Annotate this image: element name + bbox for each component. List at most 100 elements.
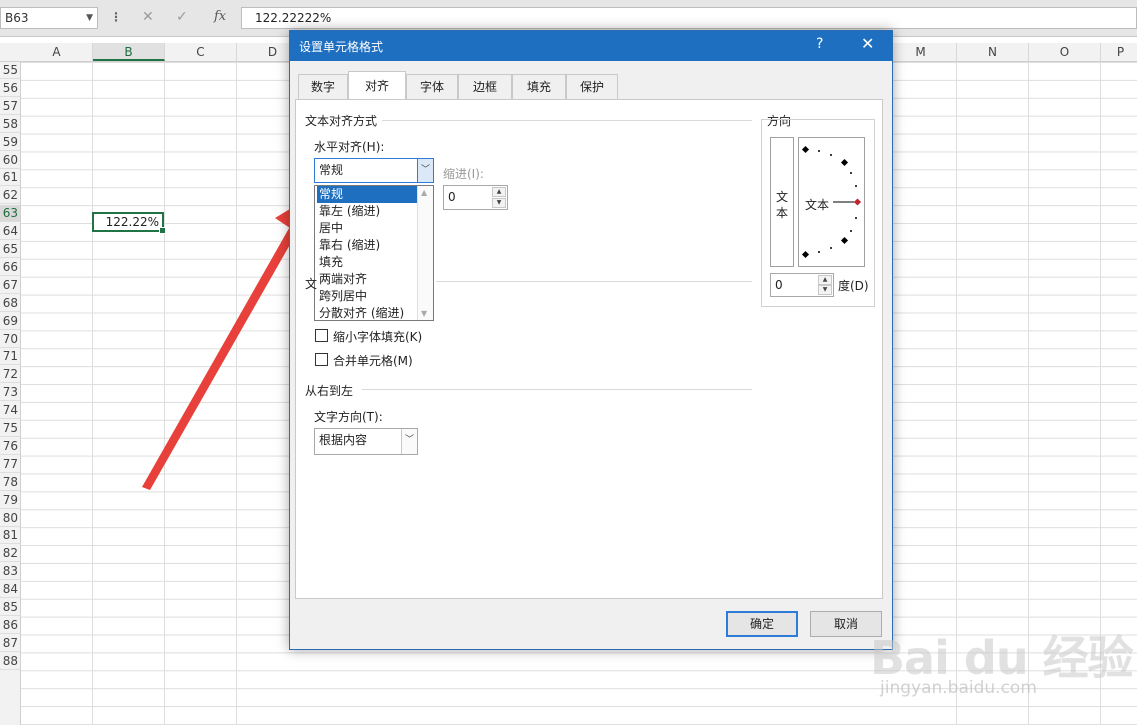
column-header-m[interactable]: M: [885, 43, 957, 61]
spin-up-icon[interactable]: ▲: [492, 187, 506, 197]
option-justify[interactable]: 两端对齐: [317, 271, 419, 288]
name-box[interactable]: B63 ▼: [0, 7, 98, 29]
formula-input[interactable]: 122.22222%: [241, 7, 1137, 29]
watermark-url: jingyan.baidu.com: [880, 678, 1037, 698]
row-header[interactable]: 85: [0, 599, 20, 616]
tab-fill[interactable]: 填充: [512, 74, 566, 99]
row-header[interactable]: 80: [0, 510, 20, 527]
row-header[interactable]: 76: [0, 438, 20, 455]
shrink-to-fit-checkbox[interactable]: [315, 329, 328, 342]
grid-line: [92, 62, 93, 725]
column-header-o[interactable]: O: [1029, 43, 1101, 61]
row-header[interactable]: 73: [0, 384, 20, 402]
row-header[interactable]: 86: [0, 617, 20, 634]
row-header[interactable]: 72: [0, 366, 20, 384]
text-direction-value: 根据内容: [319, 433, 368, 447]
row-header[interactable]: 58: [0, 116, 20, 133]
column-header-b[interactable]: B: [93, 43, 165, 61]
row-header[interactable]: 77: [0, 456, 20, 473]
option-center-across[interactable]: 跨列居中: [317, 288, 419, 305]
column-header-c[interactable]: C: [165, 43, 237, 61]
tab-border[interactable]: 边框: [458, 74, 512, 99]
merge-cells-checkbox[interactable]: [315, 353, 328, 366]
row-header[interactable]: 82: [0, 545, 20, 563]
option-fill[interactable]: 填充: [317, 254, 419, 271]
spin-up-icon[interactable]: ▲: [818, 275, 832, 285]
baidu-watermark: Bai du 经验 jingyan.baidu.com: [870, 600, 1137, 725]
row-header[interactable]: 66: [0, 259, 20, 276]
scroll-up-icon[interactable]: ▲: [421, 188, 427, 197]
spin-down-icon[interactable]: ▼: [492, 198, 506, 208]
row-header[interactable]: 81: [0, 527, 20, 545]
horizontal-alignment-dropdown[interactable]: 常规 靠左 (缩进) 居中 靠右 (缩进) 填充 两端对齐 跨列居中 分散对齐 …: [314, 185, 434, 321]
dialog-title-bar[interactable]: 设置单元格格式 ? ✕: [290, 31, 892, 61]
tab-number[interactable]: 数字: [298, 74, 348, 99]
row-header[interactable]: 87: [0, 635, 20, 652]
row-header[interactable]: 60: [0, 152, 20, 169]
tab-protection[interactable]: 保护: [566, 74, 618, 99]
row-header[interactable]: 61: [0, 169, 20, 187]
vertical-text-toggle[interactable]: 文 本: [770, 137, 794, 267]
scroll-down-icon[interactable]: ▼: [421, 309, 427, 318]
degrees-spinner[interactable]: 0 ▲ ▼: [770, 273, 834, 297]
row-header[interactable]: 84: [0, 581, 20, 599]
more-options-icon[interactable]: ⋮: [110, 10, 122, 24]
chevron-down-icon[interactable]: ▼: [86, 8, 93, 28]
cancel-icon[interactable]: ✕: [142, 9, 154, 25]
chevron-down-icon[interactable]: ﹀: [417, 159, 433, 182]
row-header[interactable]: 68: [0, 295, 20, 312]
insert-function-icon[interactable]: fx: [214, 9, 226, 24]
option-distributed[interactable]: 分散对齐 (缩进): [317, 305, 419, 322]
indent-spinner[interactable]: 0 ▲ ▼: [443, 185, 508, 210]
row-header[interactable]: 62: [0, 187, 20, 205]
spin-down-icon[interactable]: ▼: [818, 285, 832, 295]
orientation-dial[interactable]: 文本: [798, 137, 865, 267]
ok-button[interactable]: 确定: [726, 611, 798, 637]
indent-label: 缩进(I):: [443, 167, 484, 181]
column-header-n[interactable]: N: [957, 43, 1029, 61]
horizontal-alignment-label: 水平对齐(H):: [314, 140, 385, 154]
option-center[interactable]: 居中: [317, 220, 419, 237]
column-header-p[interactable]: P: [1101, 43, 1137, 61]
row-header[interactable]: 79: [0, 492, 20, 509]
row-header[interactable]: 65: [0, 241, 20, 258]
row-header[interactable]: 63: [0, 205, 20, 223]
dialog-title: 设置单元格格式: [299, 40, 384, 54]
horizontal-alignment-select[interactable]: 常规 ﹀: [314, 158, 434, 183]
column-header-a[interactable]: A: [21, 43, 93, 61]
row-header[interactable]: 69: [0, 313, 20, 330]
text-direction-select[interactable]: 根据内容 ﹀: [314, 428, 418, 455]
degrees-label: 度(D): [838, 279, 869, 293]
dial-text: 文本: [805, 196, 830, 213]
tab-alignment[interactable]: 对齐: [348, 71, 406, 100]
row-header[interactable]: 59: [0, 134, 20, 151]
row-header[interactable]: 67: [0, 277, 20, 294]
help-icon[interactable]: ?: [816, 36, 823, 52]
option-right-indent[interactable]: 靠右 (缩进): [317, 237, 419, 254]
close-icon[interactable]: ✕: [861, 34, 874, 53]
row-header[interactable]: 56: [0, 80, 20, 97]
dropdown-scrollbar[interactable]: ▲ ▼: [417, 186, 433, 320]
enter-icon[interactable]: ✓: [176, 9, 188, 25]
divider: [362, 389, 752, 390]
row-header[interactable]: 78: [0, 474, 20, 491]
row-header[interactable]: 57: [0, 98, 20, 115]
indent-value: 0: [448, 190, 456, 204]
horizontal-alignment-value: 常规: [319, 163, 344, 177]
tab-font[interactable]: 字体: [406, 74, 458, 99]
row-header[interactable]: 83: [0, 563, 20, 581]
row-header[interactable]: 75: [0, 420, 20, 437]
chevron-down-icon[interactable]: ﹀: [401, 429, 417, 454]
vertical-text-char: 本: [776, 206, 789, 220]
option-general[interactable]: 常规: [317, 186, 419, 203]
divider: [436, 281, 752, 282]
degrees-value: 0: [775, 278, 783, 292]
row-header[interactable]: 64: [0, 223, 20, 241]
row-header[interactable]: 74: [0, 402, 20, 420]
row-header[interactable]: 70: [0, 331, 20, 348]
row-header[interactable]: 71: [0, 348, 20, 366]
option-left-indent[interactable]: 靠左 (缩进): [317, 203, 419, 220]
row-header[interactable]: 88: [0, 653, 20, 670]
row-header[interactable]: 55: [0, 62, 20, 79]
row-headers: 55 56 57 58 59 60 61 62 63 64 65 66 67 68 69 70 71 72 73 74…: [0, 62, 21, 725]
